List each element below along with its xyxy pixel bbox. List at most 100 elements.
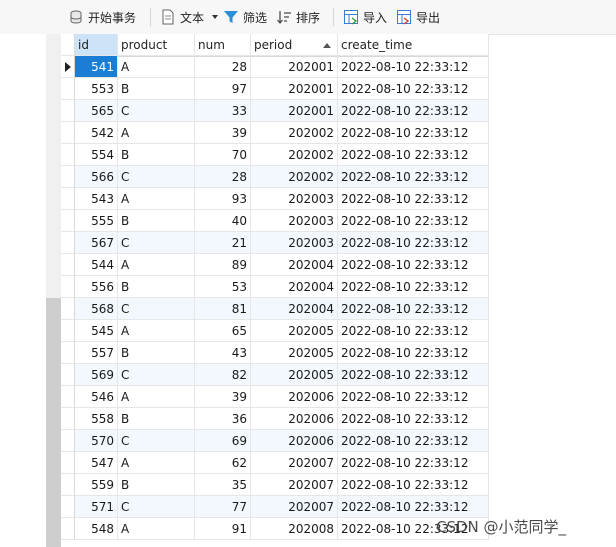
table-row[interactable]: 556 B 53 202004 2022-08-10 22:33:12 bbox=[61, 276, 489, 298]
table-row[interactable]: 566 C 28 202002 2022-08-10 22:33:12 bbox=[61, 166, 489, 188]
row-indicator[interactable] bbox=[61, 452, 75, 474]
cell-create-time[interactable]: 2022-08-10 22:33:12 bbox=[338, 276, 489, 298]
cell-product[interactable]: B bbox=[118, 78, 195, 100]
cell-create-time[interactable]: 2022-08-10 22:33:12 bbox=[338, 320, 489, 342]
cell-num[interactable]: 43 bbox=[195, 342, 251, 364]
cell-product[interactable]: B bbox=[118, 408, 195, 430]
cell-num[interactable]: 21 bbox=[195, 232, 251, 254]
cell-create-time[interactable]: 2022-08-10 22:33:12 bbox=[338, 232, 489, 254]
cell-id[interactable]: 569 bbox=[75, 364, 118, 386]
cell-product[interactable]: B bbox=[118, 144, 195, 166]
table-row[interactable]: 547 A 62 202007 2022-08-10 22:33:12 bbox=[61, 452, 489, 474]
table-row[interactable]: 545 A 65 202005 2022-08-10 22:33:12 bbox=[61, 320, 489, 342]
cell-period[interactable]: 202002 bbox=[251, 122, 338, 144]
cell-product[interactable]: B bbox=[118, 210, 195, 232]
row-indicator[interactable] bbox=[61, 276, 75, 298]
export-button[interactable]: 导出 bbox=[396, 7, 440, 27]
cell-id[interactable]: 558 bbox=[75, 408, 118, 430]
column-header-create-time[interactable]: create_time bbox=[338, 34, 489, 56]
cell-create-time[interactable]: 2022-08-10 22:33:12 bbox=[338, 430, 489, 452]
cell-product[interactable]: C bbox=[118, 430, 195, 452]
row-indicator[interactable] bbox=[61, 408, 75, 430]
cell-num[interactable]: 35 bbox=[195, 474, 251, 496]
cell-create-time[interactable]: 2022-08-10 22:33:12 bbox=[338, 364, 489, 386]
cell-create-time[interactable]: 2022-08-10 22:33:12 bbox=[338, 452, 489, 474]
row-indicator[interactable] bbox=[61, 364, 75, 386]
table-row[interactable]: 557 B 43 202005 2022-08-10 22:33:12 bbox=[61, 342, 489, 364]
cell-product[interactable]: A bbox=[118, 254, 195, 276]
row-indicator[interactable] bbox=[61, 496, 75, 518]
cell-product[interactable]: C bbox=[118, 232, 195, 254]
cell-create-time[interactable]: 2022-08-10 22:33:12 bbox=[338, 254, 489, 276]
table-row[interactable]: 544 A 89 202004 2022-08-10 22:33:12 bbox=[61, 254, 489, 276]
cell-num[interactable]: 28 bbox=[195, 166, 251, 188]
cell-period[interactable]: 202007 bbox=[251, 452, 338, 474]
table-row[interactable]: 542 A 39 202002 2022-08-10 22:33:12 bbox=[61, 122, 489, 144]
cell-period[interactable]: 202005 bbox=[251, 320, 338, 342]
cell-id[interactable]: 548 bbox=[75, 518, 118, 540]
cell-period[interactable]: 202006 bbox=[251, 430, 338, 452]
table-row[interactable]: 569 C 82 202005 2022-08-10 22:33:12 bbox=[61, 364, 489, 386]
table-row[interactable]: 555 B 40 202003 2022-08-10 22:33:12 bbox=[61, 210, 489, 232]
cell-period[interactable]: 202001 bbox=[251, 78, 338, 100]
cell-period[interactable]: 202003 bbox=[251, 210, 338, 232]
cell-product[interactable]: C bbox=[118, 100, 195, 122]
cell-id[interactable]: 568 bbox=[75, 298, 118, 320]
cell-period[interactable]: 202008 bbox=[251, 518, 338, 540]
cell-product[interactable]: A bbox=[118, 188, 195, 210]
column-header-id[interactable]: id bbox=[75, 34, 118, 56]
cell-period[interactable]: 202007 bbox=[251, 496, 338, 518]
cell-id[interactable]: 545 bbox=[75, 320, 118, 342]
table-row[interactable]: 559 B 35 202007 2022-08-10 22:33:12 bbox=[61, 474, 489, 496]
row-indicator[interactable] bbox=[61, 166, 75, 188]
column-header-period[interactable]: period bbox=[251, 34, 338, 56]
cell-create-time[interactable]: 2022-08-10 22:33:12 bbox=[338, 298, 489, 320]
cell-num[interactable]: 82 bbox=[195, 364, 251, 386]
cell-period[interactable]: 202004 bbox=[251, 276, 338, 298]
row-indicator[interactable] bbox=[61, 78, 75, 100]
table-row[interactable]: 553 B 97 202001 2022-08-10 22:33:12 bbox=[61, 78, 489, 100]
row-indicator[interactable] bbox=[61, 518, 75, 540]
cell-create-time[interactable]: 2022-08-10 22:33:12 bbox=[338, 144, 489, 166]
cell-id[interactable]: 553 bbox=[75, 78, 118, 100]
cell-id[interactable]: 544 bbox=[75, 254, 118, 276]
cell-product[interactable]: C bbox=[118, 298, 195, 320]
cell-num[interactable]: 62 bbox=[195, 452, 251, 474]
cell-num[interactable]: 77 bbox=[195, 496, 251, 518]
cell-product[interactable]: A bbox=[118, 386, 195, 408]
table-row[interactable]: 546 A 39 202006 2022-08-10 22:33:12 bbox=[61, 386, 489, 408]
cell-create-time[interactable]: 2022-08-10 22:33:12 bbox=[338, 342, 489, 364]
cell-num[interactable]: 39 bbox=[195, 122, 251, 144]
cell-product[interactable]: A bbox=[118, 122, 195, 144]
cell-create-time[interactable]: 2022-08-10 22:33:12 bbox=[338, 386, 489, 408]
sort-button[interactable]: 排序 bbox=[276, 7, 320, 27]
row-indicator[interactable] bbox=[61, 320, 75, 342]
cell-create-time[interactable]: 2022-08-10 22:33:12 bbox=[338, 122, 489, 144]
cell-id[interactable]: 557 bbox=[75, 342, 118, 364]
text-menu-button[interactable]: 文本 bbox=[160, 7, 219, 27]
cell-num[interactable]: 89 bbox=[195, 254, 251, 276]
row-indicator[interactable] bbox=[61, 210, 75, 232]
cell-create-time[interactable]: 2022-08-10 22:33:12 bbox=[338, 496, 489, 518]
cell-create-time[interactable]: 2022-08-10 22:33:12 bbox=[338, 210, 489, 232]
cell-id[interactable]: 555 bbox=[75, 210, 118, 232]
cell-id[interactable]: 556 bbox=[75, 276, 118, 298]
cell-period[interactable]: 202003 bbox=[251, 188, 338, 210]
cell-period[interactable]: 202005 bbox=[251, 342, 338, 364]
cell-product[interactable]: B bbox=[118, 276, 195, 298]
cell-create-time[interactable]: 2022-08-10 22:33:12 bbox=[338, 56, 489, 78]
table-row[interactable]: 568 C 81 202004 2022-08-10 22:33:12 bbox=[61, 298, 489, 320]
cell-num[interactable]: 36 bbox=[195, 408, 251, 430]
cell-num[interactable]: 91 bbox=[195, 518, 251, 540]
cell-num[interactable]: 39 bbox=[195, 386, 251, 408]
table-row[interactable]: 567 C 21 202003 2022-08-10 22:33:12 bbox=[61, 232, 489, 254]
table-row[interactable]: 558 B 36 202006 2022-08-10 22:33:12 bbox=[61, 408, 489, 430]
row-indicator[interactable] bbox=[61, 386, 75, 408]
cell-id[interactable]: 543 bbox=[75, 188, 118, 210]
cell-period[interactable]: 202004 bbox=[251, 254, 338, 276]
cell-num[interactable]: 33 bbox=[195, 100, 251, 122]
cell-create-time[interactable]: 2022-08-10 22:33:12 bbox=[338, 100, 489, 122]
row-indicator[interactable] bbox=[61, 298, 75, 320]
cell-period[interactable]: 202001 bbox=[251, 100, 338, 122]
cell-product[interactable]: B bbox=[118, 474, 195, 496]
